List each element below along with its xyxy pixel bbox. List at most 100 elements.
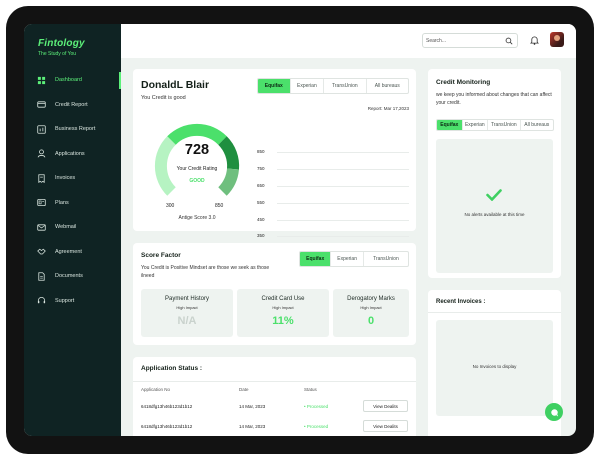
application-status: • Processed (304, 404, 329, 409)
tab-experian[interactable]: Experian (291, 79, 325, 93)
search-input[interactable] (426, 36, 501, 46)
scale-gridline (277, 152, 409, 153)
user-name: DonaldL Blair (141, 79, 210, 91)
invoices-panel: No Invoices to display (436, 320, 553, 416)
application-status-card: Application Status : Application No Date… (133, 357, 416, 436)
divider (428, 312, 561, 313)
gauge-min: 300 (166, 203, 175, 209)
chart-icon (37, 125, 46, 134)
gauge-max: 850 (215, 203, 224, 209)
sidebar-item-business-report[interactable]: Business Report (24, 117, 121, 142)
sidebar-item-label: Credit Report (55, 101, 88, 108)
factor-title: Derogatory Marks (347, 296, 395, 302)
chat-icon (550, 408, 558, 417)
chat-button[interactable] (545, 403, 563, 421)
card-icon (37, 100, 46, 109)
invoice-icon (37, 174, 46, 183)
sidebar-item-plans[interactable]: Plans (24, 191, 121, 216)
app-screen: Fintology The Study of You Dashboard Cre… (24, 24, 576, 436)
topbar (121, 24, 576, 58)
sidebar-item-label: Documents (55, 273, 83, 280)
headset-icon (37, 296, 46, 305)
tab-equifax[interactable]: Equifax (437, 120, 463, 130)
check-icon (486, 189, 502, 201)
credit-score-card: DonaldL Blair You Credit is good Equifax… (133, 69, 416, 238)
sidebar-item-webmail[interactable]: Webmail (24, 215, 121, 240)
factor-tile-derogatory-marks: Derogatory Marks High Impact 0 (333, 289, 409, 337)
score-scale: 850 750 650 550 450 350 (257, 121, 412, 241)
score-factor-bureau-selector: Equifax Experian TransUnion (299, 251, 409, 267)
tab-experian[interactable]: Experian (331, 252, 364, 266)
score-factor-description: You Credit is Positive Mindset are those… (141, 265, 270, 279)
sidebar-item-documents[interactable]: Documents (24, 264, 121, 289)
sidebar-item-label: Webmail (55, 224, 77, 231)
credit-rating-label: Your Credit Rating (176, 166, 218, 172)
score-model: Antige Score 3.0 (178, 215, 216, 221)
credit-status: You Credit is good (141, 95, 186, 101)
brand-tagline: The Study of You (38, 51, 77, 57)
application-no: 6418dfg13h46b123d1b12 (141, 424, 193, 429)
factor-impact: High Impact (272, 305, 294, 310)
application-no: 6418dfg13h46b123d1b12 (141, 404, 193, 409)
factor-title: Credit Card Use (261, 296, 305, 302)
brand: Fintology The Study of You (38, 38, 85, 57)
credit-gauge (154, 123, 240, 196)
sidebar-item-label: Invoices (55, 175, 76, 182)
alerts-panel: No alerts available at this time (436, 139, 553, 273)
view-details-button[interactable]: View Dealits (363, 400, 408, 412)
scale-gridline (277, 236, 409, 237)
sidebar-item-dashboard[interactable]: Dashboard (24, 68, 121, 93)
recent-invoices-card: Recent Invoices : No Invoices to display (428, 290, 561, 436)
brand-name: Fintology (38, 38, 85, 49)
mail-icon (37, 223, 46, 232)
divider (133, 381, 416, 382)
tab-equifax[interactable]: Equifax (258, 79, 291, 93)
factor-title: Payment History (164, 296, 209, 302)
tab-transunion[interactable]: TransUnion (324, 79, 367, 93)
view-details-button[interactable]: View Dealits (363, 420, 408, 432)
scale-tick: 850 (257, 149, 265, 154)
recent-invoices-title: Recent Invoices : (436, 299, 486, 305)
sidebar-nav: Dashboard Credit Report Business Report … (24, 68, 121, 313)
scale-tick: 650 (257, 183, 265, 188)
sidebar-item-label: Dashboard (55, 77, 82, 84)
sidebar-item-credit-report[interactable]: Credit Report (24, 93, 121, 118)
sidebar: Fintology The Study of You Dashboard Cre… (24, 24, 121, 436)
sidebar-item-label: Applications (55, 150, 85, 157)
score-factor-card: Score Factor You Credit is Positive Mind… (133, 243, 416, 345)
bell-icon[interactable] (530, 35, 539, 45)
application-date: 14 Mar, 2023 (239, 424, 266, 429)
column-header: Date (239, 387, 249, 392)
tab-all-bureaus[interactable]: All bureaus (367, 79, 408, 93)
column-header: Status (304, 387, 317, 392)
report-date: Report: Mar 17,2023 (367, 106, 409, 111)
plans-icon (37, 198, 46, 207)
sidebar-item-agreement[interactable]: Agreement (24, 240, 121, 265)
application-date: 14 Mar, 2023 (239, 404, 266, 409)
factor-tile-credit-card-use: Credit Card Use High Impact 11% (237, 289, 329, 337)
application-status-title: Application Status : (141, 365, 203, 372)
factor-tile-payment-history: Payment History High Impact N/A (141, 289, 233, 337)
sidebar-item-support[interactable]: Support (24, 289, 121, 314)
sidebar-item-applications[interactable]: Applications (24, 142, 121, 167)
factor-impact: High Impact (176, 305, 198, 310)
handshake-icon (37, 247, 46, 256)
search-icon[interactable] (505, 37, 513, 45)
sidebar-item-label: Support (55, 297, 75, 304)
scale-tick: 450 (257, 217, 265, 222)
tab-transunion[interactable]: TransUnion (364, 252, 408, 266)
scale-gridline (277, 169, 409, 170)
application-status: • Processed (304, 424, 329, 429)
credit-monitoring-card: Credit Monitoring we keep you informed a… (428, 69, 561, 278)
tab-equifax[interactable]: Equifax (300, 252, 332, 266)
tab-transunion[interactable]: TransUnion (488, 120, 521, 130)
avatar[interactable] (550, 32, 564, 47)
scale-gridline (277, 186, 409, 187)
factor-value: 11% (272, 315, 294, 327)
tab-all-bureaus[interactable]: All bureaus (521, 120, 553, 130)
scale-tick: 350 (257, 233, 265, 238)
tab-experian[interactable]: Experian (463, 120, 489, 130)
credit-rating-value: GOOD (189, 178, 205, 184)
monitoring-bureau-selector: Equifax Experian TransUnion All bureaus (436, 119, 554, 131)
sidebar-item-invoices[interactable]: Invoices (24, 166, 121, 191)
